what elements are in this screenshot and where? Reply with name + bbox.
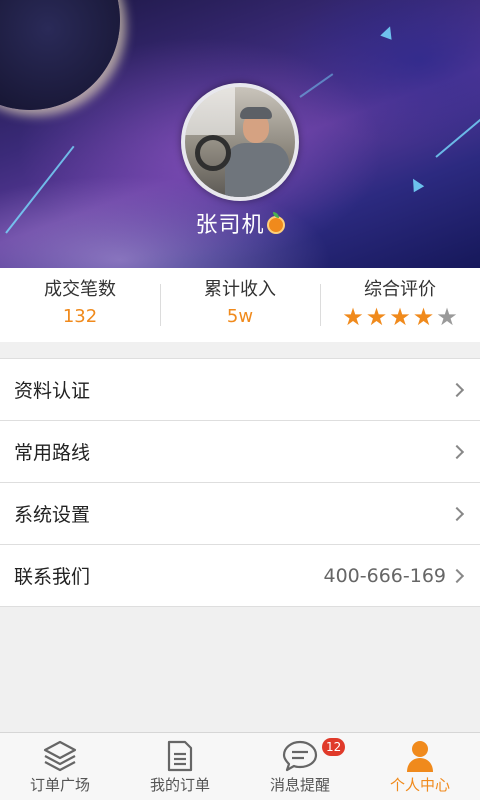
menu-item-label: 资料认证: [14, 380, 91, 402]
avatar-photo: [185, 87, 295, 197]
stat-deals-label: 成交笔数: [44, 279, 116, 300]
medal-icon: [266, 212, 285, 234]
star-icon: ★: [389, 303, 411, 331]
stat-rating: 综合评价 ★ ★ ★ ★ ★: [320, 268, 480, 342]
person-icon: [360, 733, 480, 773]
menu-item-routes[interactable]: 常用路线: [0, 421, 480, 483]
avatar[interactable]: [181, 83, 299, 201]
chevron-right-icon: [449, 382, 465, 397]
menu-item-label: 联系我们: [14, 566, 91, 588]
chevron-right-icon: [449, 568, 465, 583]
tab-label: 消息提醒: [269, 776, 330, 794]
stat-deals: 成交笔数 132: [0, 268, 160, 342]
stat-income: 累计收入 5w: [160, 268, 320, 342]
shard-decoration: [380, 24, 396, 40]
rating-stars: ★ ★ ★ ★ ★: [320, 304, 480, 330]
menu-item-label: 常用路线: [14, 442, 91, 464]
star-icon: ★: [412, 303, 435, 331]
stats-bar: 成交笔数 132 累计收入 5w 综合评价 ★ ★ ★ ★ ★: [0, 268, 480, 342]
tab-order-square[interactable]: 订单广场: [0, 733, 120, 800]
chevron-right-icon: [449, 506, 465, 521]
driver-name: 张司机: [195, 213, 265, 238]
profile-header-banner: 张司机: [0, 0, 480, 268]
stat-deals-value: 132: [62, 306, 98, 327]
menu-item-settings[interactable]: 系统设置: [0, 483, 480, 545]
stat-income-value: 5w: [226, 306, 254, 327]
star-icon: ★: [365, 303, 388, 331]
tab-label: 个人中心: [389, 776, 450, 794]
star-icon: ★: [436, 303, 458, 331]
bottom-tab-bar: 订单广场 我的订单 消息提醒 个人中心: [0, 732, 480, 800]
tab-label: 我的订单: [149, 776, 210, 794]
menu-item-contact[interactable]: 联系我们 400-666-169: [0, 545, 480, 607]
driver-name-row: 张司机: [0, 207, 480, 239]
light-streak: [299, 73, 334, 98]
tab-personal-center[interactable]: 个人中心: [360, 733, 480, 800]
menu-item-label: 系统设置: [14, 504, 91, 526]
light-streak: [435, 117, 480, 158]
shard-decoration: [407, 175, 425, 193]
menu-item-verification[interactable]: 资料认证: [0, 359, 480, 421]
settings-menu: 资料认证 常用路线 系统设置 联系我们 400-666-169: [0, 358, 480, 607]
planet-decoration: [0, 0, 120, 110]
contact-phone: 400-666-169: [323, 564, 446, 587]
message-count-badge: 12: [322, 738, 346, 756]
tab-label: 订单广场: [29, 776, 90, 794]
stat-income-label: 累计收入: [204, 279, 276, 300]
document-icon: [120, 733, 240, 773]
chevron-right-icon: [449, 444, 465, 459]
layers-icon: [0, 733, 120, 773]
star-icon: ★: [342, 303, 364, 331]
tab-my-orders[interactable]: 我的订单: [120, 733, 240, 800]
stat-rating-label: 综合评价: [364, 279, 436, 300]
